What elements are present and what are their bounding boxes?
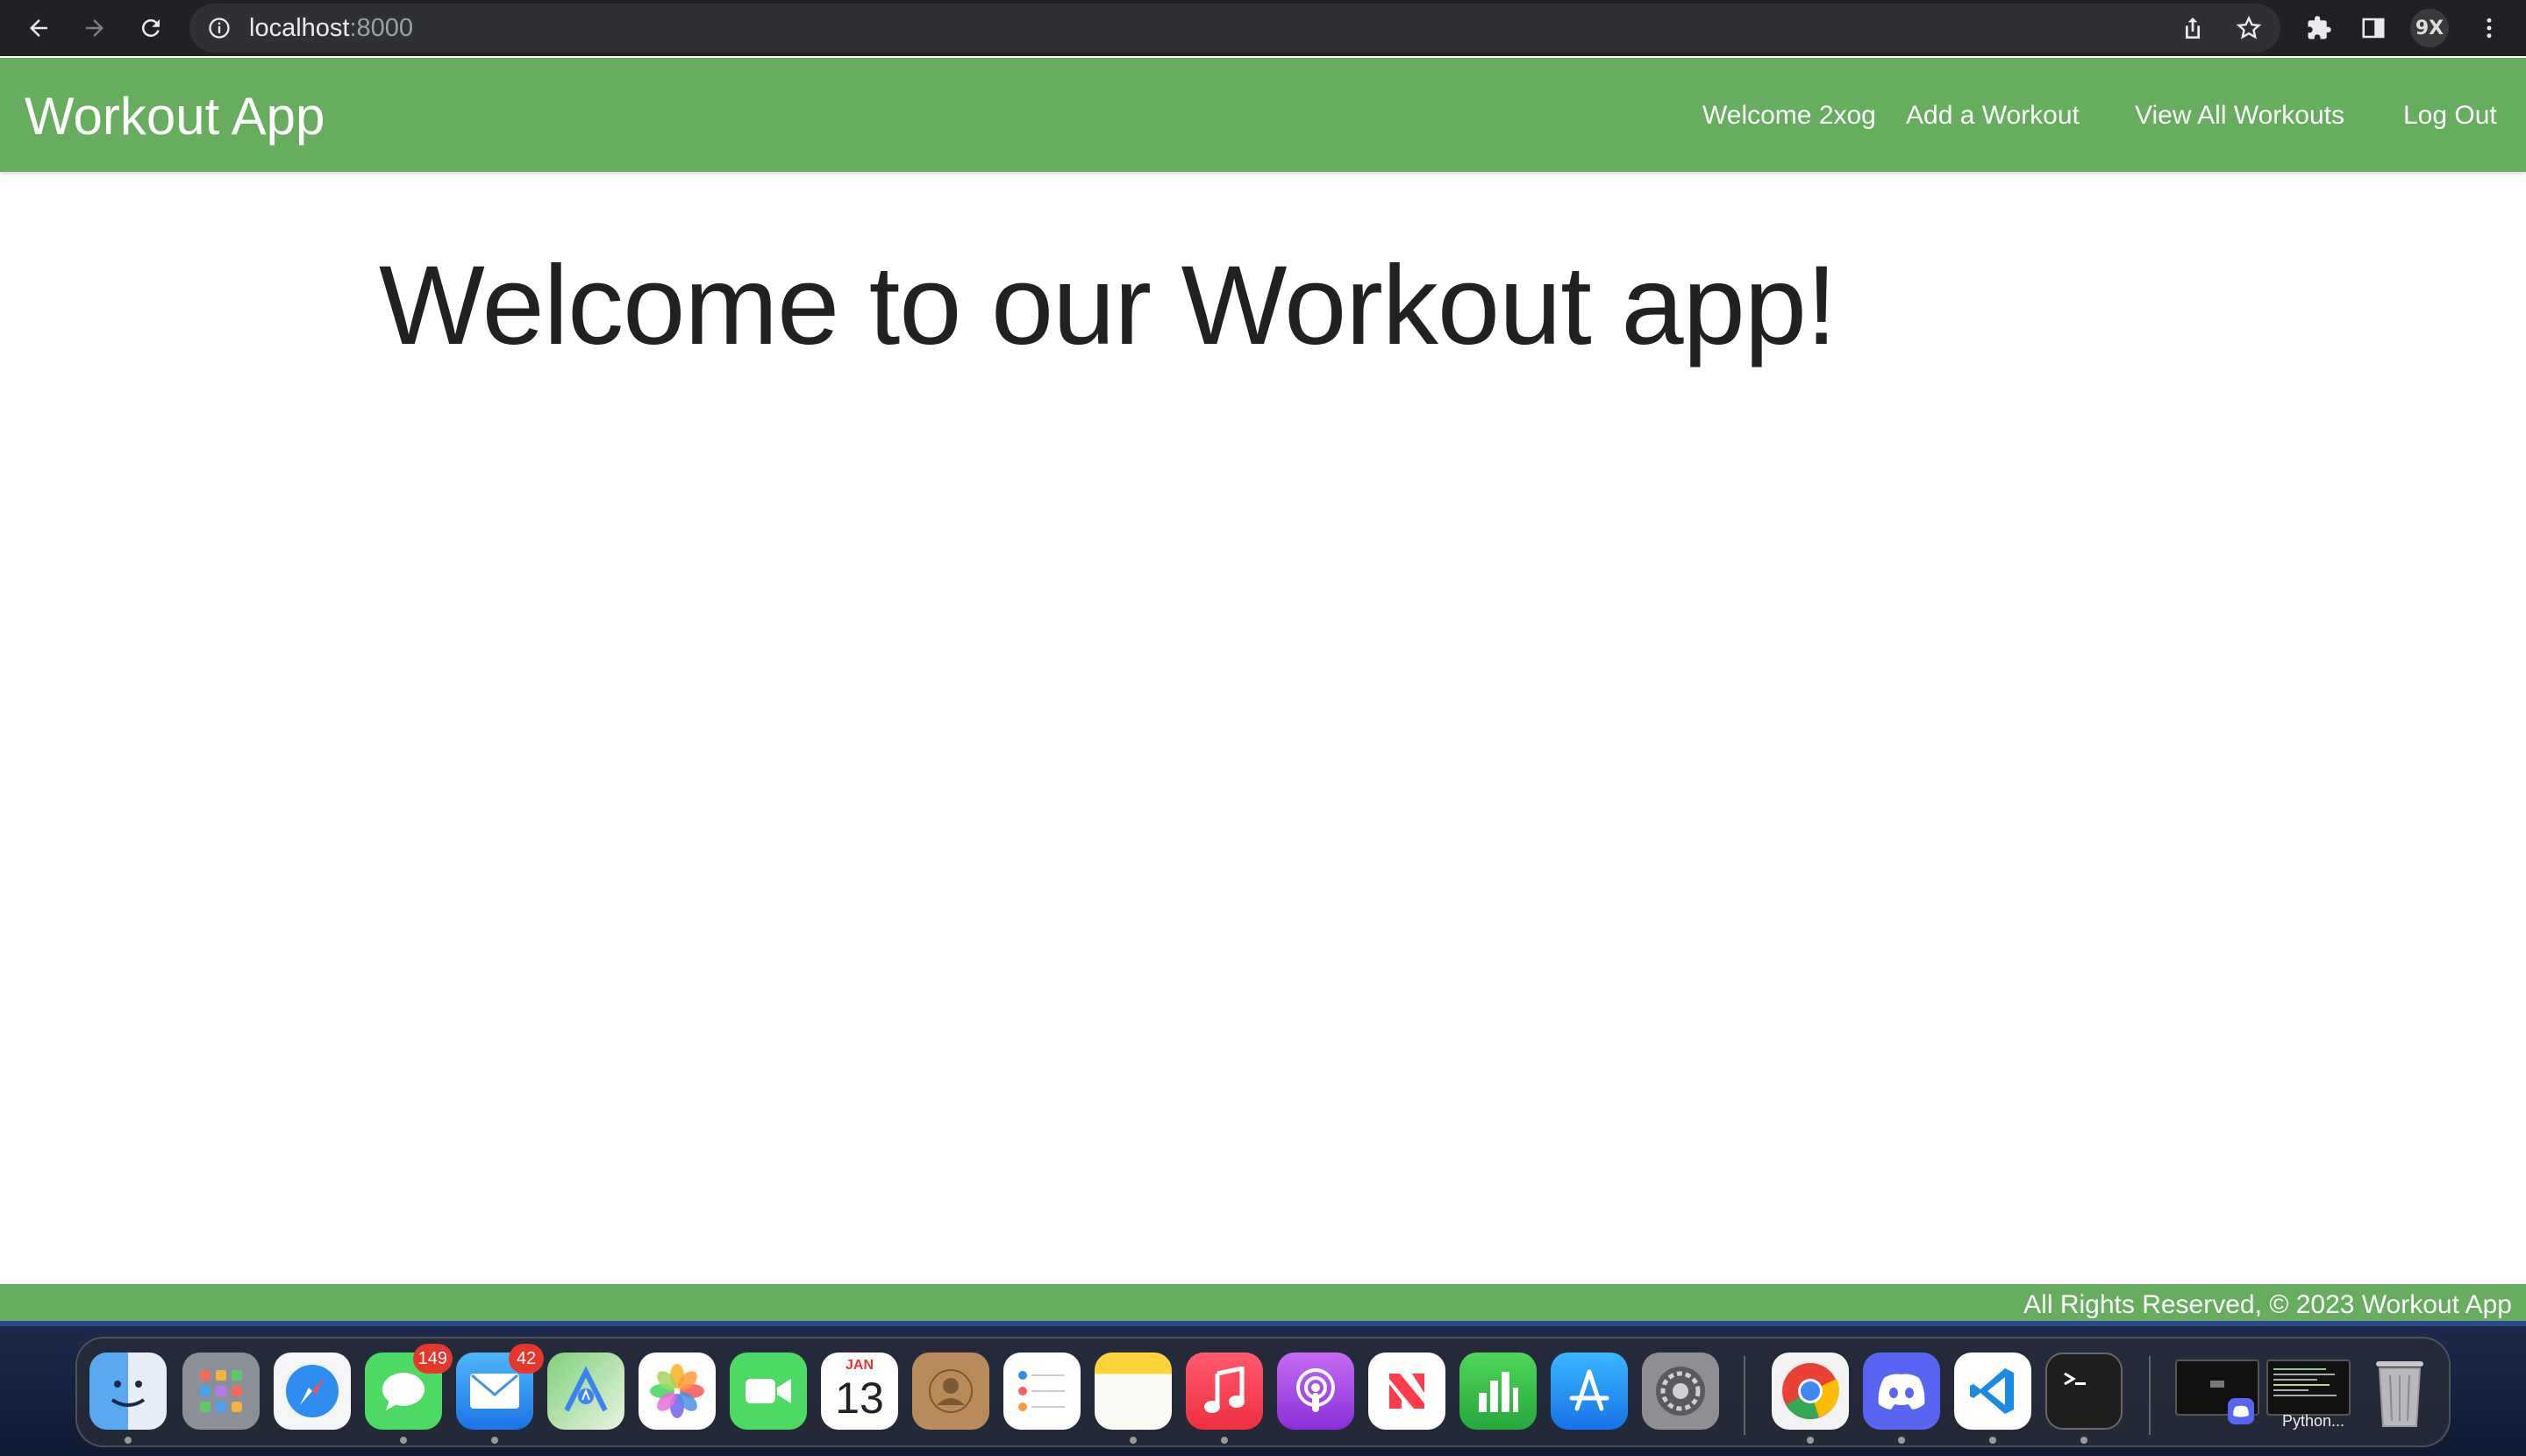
podcasts-icon[interactable] [1277,1353,1354,1430]
bookmark-star-icon[interactable] [2235,14,2263,42]
running-indicator [1130,1437,1137,1444]
facetime-icon[interactable] [730,1353,807,1430]
dock-separator-2 [2149,1356,2151,1435]
contacts-icon[interactable] [912,1353,989,1430]
site-footer: All Rights Reserved, © 2023 Workout App [0,1284,2526,1326]
running-indicator [1898,1437,1905,1444]
dock-separator [1744,1356,1745,1435]
terminal-icon[interactable] [2045,1353,2123,1430]
reload-icon[interactable] [130,7,172,49]
calendar-day: 13 [835,1374,884,1423]
running-indicator [1807,1437,1814,1444]
forward-icon[interactable] [74,7,116,49]
extensions-icon[interactable] [2300,9,2338,47]
discord-icon[interactable] [1863,1353,1940,1430]
notes-icon[interactable] [1095,1353,1172,1430]
running-indicator [1221,1437,1228,1444]
trash-icon[interactable] [2361,1353,2438,1430]
minimized-discord-badge-icon [2228,1398,2254,1424]
url-host: localhost [249,14,350,42]
minimized-window-label: Python... [2282,1412,2345,1430]
running-indicator [125,1437,132,1444]
calendar-month: JAN [845,1358,874,1373]
url-text: localhost:8000 [249,14,413,42]
more-menu-icon[interactable] [2470,9,2508,47]
system-settings-icon[interactable] [1642,1353,1719,1430]
site-info-icon[interactable] [207,16,232,40]
launchpad-icon[interactable] [182,1353,260,1430]
browser-toolbar: localhost:8000 9X [0,0,2526,56]
finder-icon[interactable] [89,1353,167,1430]
footer-copyright: All Rights Reserved, © 2023 Workout App [2023,1290,2512,1319]
running-indicator [491,1437,498,1444]
running-indicator [2080,1437,2087,1444]
chrome-app-icon[interactable] [1772,1353,1849,1430]
mail-badge: 42 [509,1344,544,1374]
reminders-icon[interactable] [1003,1353,1081,1430]
news-icon[interactable] [1368,1353,1445,1430]
url-port: :8000 [349,14,414,42]
running-indicator [400,1437,407,1444]
numbers-icon[interactable] [1459,1353,1537,1430]
side-panel-icon[interactable] [2354,9,2393,47]
logout-link[interactable]: Log Out [2403,100,2497,132]
view-all-workouts-link[interactable]: View All Workouts [2135,100,2344,132]
share-icon[interactable] [2179,14,2207,42]
site-navbar: Workout App Welcome 2xog Add a Workout V… [0,58,2526,172]
address-bar[interactable]: localhost:8000 [189,4,2280,53]
page-title: Welcome to our Workout app! [379,243,1837,368]
calendar-icon[interactable]: JAN 13 [821,1353,898,1430]
maps-icon[interactable] [547,1353,624,1430]
messages-badge: 149 [412,1344,453,1374]
brand-link[interactable]: Workout App [25,86,325,147]
mail-icon[interactable]: 42 [456,1344,544,1430]
messages-icon[interactable]: 149 [365,1344,453,1430]
running-indicator [1989,1437,1996,1444]
safari-icon[interactable] [274,1353,351,1430]
welcome-user-text: Welcome 2xog [1702,101,1876,130]
photos-icon[interactable] [639,1353,716,1430]
vscode-icon[interactable] [1954,1353,2031,1430]
add-workout-link[interactable]: Add a Workout [1906,100,2080,132]
profile-avatar[interactable]: 9X [2410,9,2449,47]
app-store-icon[interactable] [1551,1353,1628,1430]
music-icon[interactable] [1186,1353,1263,1430]
back-icon[interactable] [18,7,60,49]
minimized-python-window[interactable] [2266,1360,2351,1416]
